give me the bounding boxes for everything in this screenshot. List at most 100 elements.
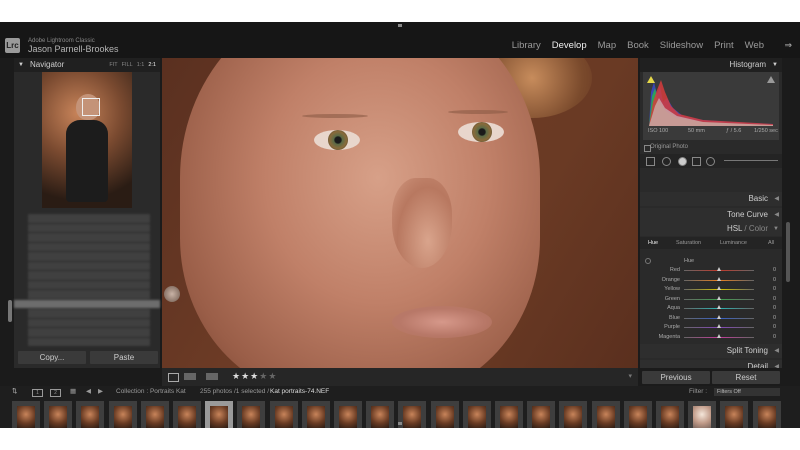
navigator-preview[interactable]	[42, 72, 132, 208]
hue-slider-value[interactable]: 0	[773, 286, 776, 292]
module-book[interactable]: Book	[627, 40, 649, 51]
hue-slider-knob[interactable]	[717, 286, 721, 290]
hue-slider-knob[interactable]	[717, 314, 721, 319]
filmstrip-thumbnail[interactable]	[269, 401, 298, 428]
graduated-filter-icon[interactable]	[692, 157, 701, 166]
zoom-option[interactable]: FILL	[122, 62, 133, 68]
zoom-option[interactable]: 2:1	[148, 62, 156, 68]
basic-section[interactable]: Basic ◀	[640, 192, 782, 206]
module-web[interactable]: Web	[745, 40, 764, 51]
page-1-button[interactable]: 1	[32, 389, 43, 397]
page-2-button[interactable]: 2	[50, 389, 61, 397]
hsl-tab-all[interactable]: All	[768, 237, 774, 249]
star-icon[interactable]: ★	[259, 371, 268, 381]
tone-curve-section[interactable]: Tone Curve ◀	[640, 208, 782, 222]
crop-icon[interactable]	[646, 157, 655, 166]
star-icon[interactable]: ★	[232, 371, 241, 381]
filmstrip-thumbnail[interactable]	[44, 401, 73, 428]
hue-slider-knob[interactable]	[717, 333, 721, 338]
filmstrip-thumbnail[interactable]	[752, 401, 781, 428]
navigator-header[interactable]: ▼ Navigator FIT FILL 1:1 2:1	[14, 58, 160, 72]
hue-slider-knob[interactable]	[717, 305, 721, 309]
filmstrip-thumbnail[interactable]	[398, 401, 427, 428]
filmstrip-thumbnail[interactable]	[462, 401, 491, 428]
detail-section[interactable]: Detail ◀	[640, 360, 782, 368]
left-panel-toggle[interactable]	[8, 300, 12, 322]
hue-slider-value[interactable]: 0	[773, 315, 776, 321]
before-after-swap-icon[interactable]	[206, 373, 218, 380]
photo-canvas[interactable]	[162, 58, 638, 368]
hue-slider-value[interactable]: 0	[773, 324, 776, 330]
hue-slider-aqua[interactable]: Aqua 0	[640, 304, 782, 313]
before-after-icon[interactable]	[184, 373, 196, 380]
hue-slider-knob[interactable]	[717, 295, 721, 300]
filmstrip-thumbnail[interactable]	[688, 401, 717, 428]
panel-toggle-icon[interactable]: ⇒	[784, 40, 792, 51]
hue-slider-green[interactable]: Green 0	[640, 295, 782, 304]
targeted-adjustment-icon[interactable]	[645, 258, 651, 264]
forward-arrow-icon[interactable]: ▶	[98, 386, 103, 398]
filmstrip-thumbnail[interactable]	[720, 401, 749, 428]
module-library[interactable]: Library	[512, 40, 541, 51]
hue-slider-knob[interactable]	[717, 324, 721, 328]
filmstrip-thumbnail[interactable]	[76, 401, 105, 428]
filmstrip-thumbnail[interactable]	[656, 401, 684, 428]
star-icon[interactable]: ★	[268, 371, 277, 381]
top-panel-toggle[interactable]	[398, 24, 402, 27]
module-map[interactable]: Map	[598, 40, 616, 51]
histogram[interactable]: ISO 100 50 mm ƒ / 5.6 1/250 sec	[643, 72, 779, 140]
hsl-tab-saturation[interactable]: Saturation	[676, 237, 701, 249]
grid-view-icon[interactable]: ▦	[70, 386, 76, 398]
filter-dropdown[interactable]: Filters Off	[714, 388, 780, 396]
filmstrip-thumbnail[interactable]	[366, 401, 395, 428]
zoom-option[interactable]: 1:1	[137, 62, 145, 68]
module-slideshow[interactable]: Slideshow	[660, 40, 703, 51]
bottom-panel-toggle[interactable]	[398, 422, 402, 425]
zoom-option[interactable]: FIT	[109, 62, 117, 68]
filmstrip-thumbnail[interactable]	[301, 401, 330, 428]
selected-filename[interactable]: Kat portraits-74.NEF	[270, 386, 329, 398]
back-arrow-icon[interactable]: ◀	[86, 386, 91, 398]
star-rating[interactable]: ★★★★★	[232, 371, 277, 382]
highlight-clipping-icon[interactable]	[767, 76, 775, 83]
hue-slider-value[interactable]: 0	[773, 277, 776, 283]
module-develop[interactable]: Develop	[552, 40, 587, 51]
filmstrip-thumbnail[interactable]	[140, 401, 169, 428]
secondary-window-icon[interactable]: ⇅	[12, 386, 17, 398]
filmstrip-thumbnail[interactable]	[334, 401, 362, 428]
filmstrip-thumbnail[interactable]	[591, 401, 620, 428]
filmstrip-thumbnail[interactable]	[430, 401, 459, 428]
tool-size-slider[interactable]	[724, 160, 778, 161]
hsl-section[interactable]: HSL / Color ▼	[640, 222, 782, 236]
hue-slider-knob[interactable]	[717, 267, 721, 271]
filmstrip-thumbnail[interactable]	[237, 401, 266, 428]
zoom-rectangle[interactable]	[82, 98, 100, 116]
shadow-clipping-icon[interactable]	[647, 76, 655, 83]
filmstrip-thumbnail[interactable]	[527, 401, 556, 428]
filmstrip-thumbnail[interactable]	[623, 401, 652, 428]
radial-filter-icon[interactable]	[706, 157, 715, 166]
hue-slider-knob[interactable]	[717, 276, 721, 281]
hue-slider-magenta[interactable]: Magenta 0	[640, 333, 782, 342]
module-print[interactable]: Print	[714, 40, 734, 51]
filmstrip-thumbnail[interactable]	[559, 401, 588, 428]
star-icon[interactable]: ★	[241, 371, 250, 381]
hue-slider-blue[interactable]: Blue 0	[640, 314, 782, 323]
toolbar-menu-icon[interactable]: ▾	[628, 372, 632, 380]
hue-slider-orange[interactable]: Orange 0	[640, 276, 782, 285]
filmstrip-thumbnail[interactable]	[108, 401, 137, 428]
collection-path[interactable]: Collection : Portraits Kat	[116, 386, 186, 398]
hue-slider-value[interactable]: 0	[773, 334, 776, 340]
filmstrip-thumbnail[interactable]	[495, 401, 523, 428]
previous-button[interactable]: Previous	[642, 371, 710, 384]
hue-slider-red[interactable]: Red 0	[640, 266, 782, 275]
right-panel-scrollbar[interactable]	[786, 222, 790, 282]
copy-button[interactable]: Copy...	[18, 351, 86, 364]
loupe-view-icon[interactable]	[168, 373, 179, 382]
filmstrip-thumbnail[interactable]	[205, 401, 234, 428]
hue-slider-yellow[interactable]: Yellow 0	[640, 285, 782, 294]
reset-button[interactable]: Reset	[712, 371, 780, 384]
star-icon[interactable]: ★	[250, 371, 259, 381]
paste-button[interactable]: Paste	[90, 351, 158, 364]
filmstrip-thumbnail[interactable]	[173, 401, 201, 428]
